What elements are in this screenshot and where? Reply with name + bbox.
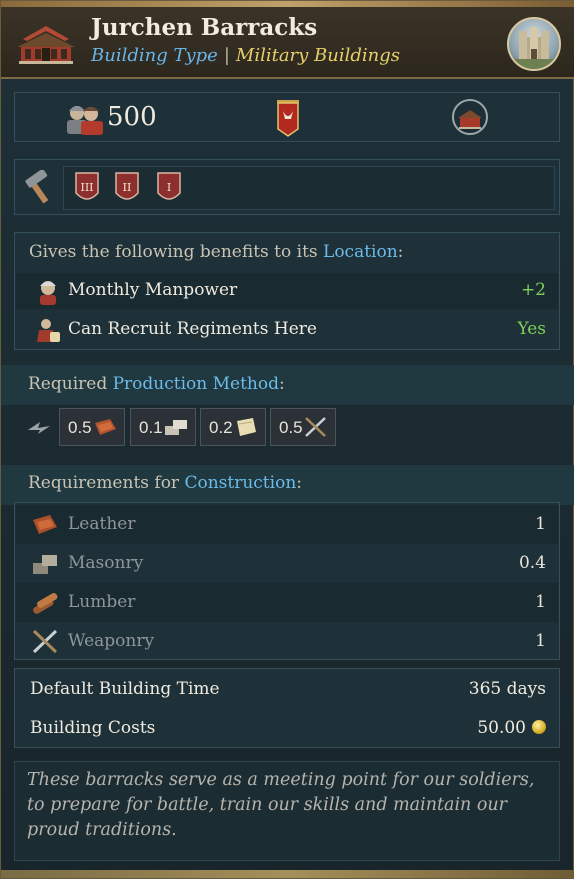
masonry-icon — [165, 420, 187, 435]
location-link[interactable]: Location — [323, 242, 398, 262]
paper-icon — [237, 418, 256, 436]
weaponry-icon — [305, 417, 326, 437]
construction-label: Requirements for Construction: — [28, 473, 302, 493]
leather-icon — [33, 515, 57, 534]
input-amount: 0.1 — [139, 418, 163, 437]
soldier-icon — [40, 281, 56, 305]
level-numeral: III — [80, 181, 93, 194]
build-cost-label: Building Costs — [30, 718, 156, 738]
benefit-label: Monthly Manpower — [68, 280, 238, 300]
construction-prefix: Requirements for — [28, 473, 185, 493]
requirement-row: Lumber 1 — [16, 583, 558, 622]
flavor-text-box: These barracks serve as a meeting point … — [14, 761, 560, 861]
requirement-label: Leather — [68, 514, 136, 534]
requirement-value: 1 — [535, 514, 546, 534]
benefits-intro-suffix: : — [397, 242, 404, 262]
hammer-icon[interactable] — [23, 170, 53, 206]
weaponry-icon — [32, 629, 58, 654]
leather-icon — [95, 419, 116, 435]
benefit-value: +2 — [520, 280, 546, 300]
upgrade-row: III II I — [14, 159, 560, 215]
input-weaponry[interactable]: 0.5 — [270, 408, 336, 446]
level-numeral: I — [167, 181, 171, 194]
production-label: Required Production Method: — [28, 374, 285, 394]
construction-header: Requirements for Construction: — [1, 465, 574, 505]
production-suffix: : — [278, 374, 285, 394]
requirement-value: 1 — [535, 592, 546, 612]
benefit-row-recruit: Can Recruit Regiments Here Yes — [16, 312, 558, 348]
benefits-section: Gives the following benefits to its Loca… — [14, 232, 560, 350]
build-cost-row: Building Costs 50.00 — [16, 709, 558, 748]
production-method-link[interactable]: Production Method — [113, 374, 279, 394]
header: Jurchen Barracks Building Type | Military … — [1, 7, 574, 79]
lumber-icon — [33, 592, 58, 614]
stat-bar: 500 — [14, 92, 560, 142]
requirement-row: Masonry 0.4 — [16, 544, 558, 583]
build-cost-value: 50.00 — [477, 718, 526, 738]
castle-icon — [509, 27, 559, 69]
barracks-building-icon — [17, 26, 75, 64]
construction-requirements: Leather 1 Masonry 0.4 Lumber 1 Weaponry … — [14, 502, 560, 660]
input-masonry[interactable]: 0.1 — [130, 408, 196, 446]
production-prefix: Required — [28, 374, 113, 394]
subtitle-separator: | — [223, 45, 230, 66]
construction-suffix: : — [296, 473, 302, 493]
level-shield-icon[interactable]: I — [156, 171, 182, 205]
level-numeral: II — [123, 181, 132, 194]
bottom-border — [1, 870, 574, 878]
masonry-icon — [33, 555, 57, 574]
requirement-label: Masonry — [68, 553, 144, 573]
military-banner-icon[interactable] — [275, 99, 301, 137]
building-title: Jurchen Barracks — [91, 14, 318, 41]
input-amount: 0.5 — [68, 418, 92, 437]
requirement-row: Leather 1 — [16, 505, 558, 544]
input-amount: 0.2 — [209, 418, 233, 437]
build-time-label: Default Building Time — [30, 679, 220, 699]
build-cost: 50.00 — [477, 718, 546, 738]
production-inputs: 0.5 0.1 0.2 0.5 — [14, 408, 560, 448]
building-tooltip-panel: Jurchen Barracks Building Type | Military … — [0, 0, 574, 879]
building-slot-icon[interactable] — [451, 98, 489, 136]
input-paper[interactable]: 0.2 — [200, 408, 266, 446]
requirement-value: 0.4 — [518, 553, 546, 573]
building-subtitle: Building Type | Military Buildings — [91, 45, 400, 66]
manpower-value: 500 — [107, 102, 157, 132]
upgrade-levels: III II I — [63, 166, 555, 210]
gold-coin-icon — [532, 720, 546, 734]
building-type-link[interactable]: Building Type — [91, 45, 218, 66]
requirement-row: Weaponry 1 — [16, 622, 558, 661]
manpower-icon[interactable] — [63, 101, 105, 135]
input-leather[interactable]: 0.5 — [59, 408, 125, 446]
benefits-intro: Gives the following benefits to its Loca… — [29, 242, 403, 262]
benefit-row-manpower: Monthly Manpower +2 — [16, 273, 558, 309]
level-shield-icon[interactable]: II — [114, 171, 140, 205]
requirement-label: Weaponry — [68, 631, 155, 651]
benefit-value: Yes — [517, 319, 546, 339]
requirement-value: 1 — [535, 631, 546, 651]
recruit-scroll-icon — [37, 319, 60, 342]
input-amount: 0.5 — [279, 418, 303, 437]
building-category: Military Buildings — [235, 45, 401, 66]
level-shield-icon[interactable]: III — [74, 171, 100, 205]
production-header: Required Production Method: — [1, 365, 574, 405]
construction-link[interactable]: Construction — [184, 473, 296, 493]
benefits-intro-prefix: Gives the following benefits to its — [29, 242, 324, 262]
build-info: Default Building Time 365 days Building … — [14, 668, 560, 748]
flavor-text: These barracks serve as a meeting point … — [27, 770, 535, 840]
input-arrow-icon — [28, 422, 50, 434]
build-time-value: 365 days — [468, 679, 546, 699]
location-portrait[interactable] — [507, 17, 561, 71]
requirement-label: Lumber — [68, 592, 136, 612]
benefit-label: Can Recruit Regiments Here — [68, 319, 317, 339]
build-time-row: Default Building Time 365 days — [16, 670, 558, 709]
